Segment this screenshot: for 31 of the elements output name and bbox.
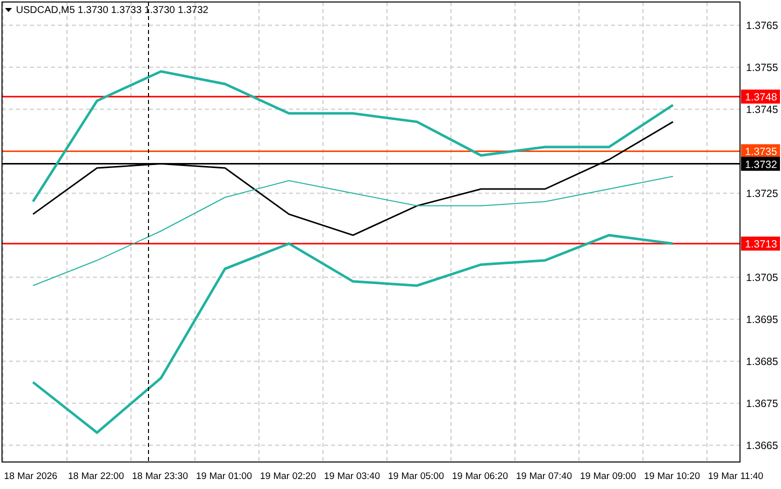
ref-line-label: 1.3748: [745, 92, 778, 104]
price-axis-label: 1.3725: [746, 188, 778, 200]
price-tag: 1.3732: [741, 156, 780, 171]
price-tag: 1.3735: [741, 144, 780, 158]
price-tag: 1.3748: [741, 90, 780, 104]
time-axis-label: 18 Mar 23:30: [132, 471, 188, 482]
time-axis-label: 18 Mar 2026: [4, 471, 58, 482]
price-axis-label: 1.3665: [746, 440, 778, 452]
price-tag: 1.3713: [741, 236, 780, 251]
time-axis-label: 19 Mar 10:20: [644, 471, 700, 482]
dropdown-triangle-icon[interactable]: [5, 8, 12, 12]
time-axis-label: 18 Mar 22:00: [68, 471, 124, 482]
ref-line-label: 1.3732: [745, 158, 778, 171]
time-axis-label: 19 Mar 03:40: [324, 471, 380, 482]
time-axis-label: 19 Mar 11:40: [708, 471, 764, 482]
time-axis-label: 19 Mar 02:20: [260, 471, 316, 482]
price-axis-label: 1.3765: [746, 20, 778, 32]
time-axis-label: 19 Mar 09:00: [580, 471, 636, 482]
price-axis-label: 1.3755: [746, 62, 778, 74]
time-axis-label: 19 Mar 06:20: [452, 471, 508, 482]
time-axis-label: 19 Mar 01:00: [196, 471, 252, 482]
time-axis-label: 19 Mar 05:00: [388, 471, 444, 482]
price-axis-label: 1.3685: [746, 356, 778, 368]
chart-title: USDCAD,M5 1.3730 1.3733 1.3730 1.3732: [16, 5, 208, 16]
price-axis-label: 1.3695: [746, 314, 778, 326]
ref-line-label: 1.3735: [745, 146, 778, 158]
ref-line-label: 1.3713: [745, 238, 778, 251]
time-axis-label: 19 Mar 07:40: [516, 471, 572, 482]
price-axis-label: 1.3705: [746, 272, 778, 284]
price-axis-label: 1.3745: [746, 104, 778, 116]
price-axis-label: 1.3675: [746, 398, 778, 410]
